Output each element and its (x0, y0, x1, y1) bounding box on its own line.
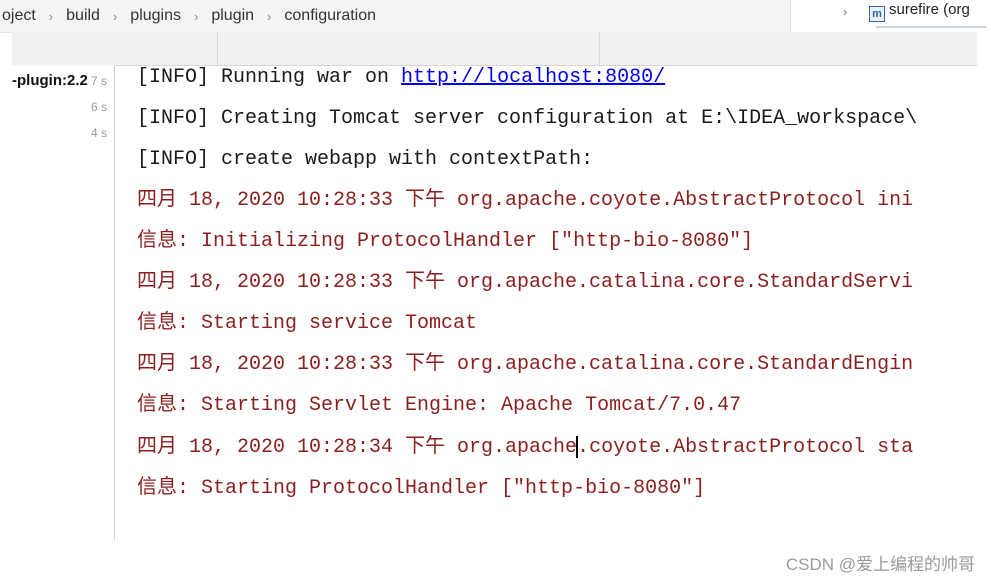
run-tree-panel: -plugin:2.2 7 s 6 s 4 s (0, 65, 115, 540)
console-line: 信息: Starting service Tomcat (137, 312, 478, 335)
console-text: [INFO] Running war on (137, 66, 402, 89)
breadcrumb-item-plugins[interactable]: plugins (126, 7, 185, 25)
console-line: 四月 18, 2020 10:28:33 下午 org.apache.coyot… (137, 189, 914, 212)
localhost-link[interactable]: http://localhost:8080/ (401, 66, 665, 89)
tree-selection-bar (876, 26, 986, 28)
run-toolbar (12, 32, 977, 66)
run-config-label[interactable]: -plugin:2.2 (12, 72, 88, 89)
console-output[interactable]: [INFO] Running war on http://localhost:8… (137, 65, 977, 540)
chevron-right-icon: › (194, 8, 199, 24)
chevron-right-icon: › (112, 8, 118, 24)
console-text: .coyote.AbstractProtocol sta (577, 436, 914, 459)
watermark: CSDN @爱上编程的帅哥 (785, 555, 975, 574)
breadcrumb-item-configuration[interactable]: configuration (280, 7, 380, 25)
console-line: 信息: Starting Servlet Engine: Apache Tomc… (137, 394, 742, 417)
tree-node-surefire[interactable]: surefire (org (889, 1, 970, 18)
console-text: 四月 18, 2020 10:28:34 下午 org.apache (137, 436, 578, 459)
breadcrumb-item-project[interactable]: oject (0, 7, 40, 25)
console-line: 四月 18, 2020 10:28:34 下午 org.apache.coyot… (137, 435, 913, 461)
maven-plugin-icon: m (869, 6, 885, 22)
console-line: [INFO] create webapp with contextPath: (137, 148, 594, 171)
duration-label: 6 s (91, 100, 108, 114)
console-line: 信息: Initializing ProtocolHandler ["http-… (137, 230, 754, 253)
toolbar-divider (599, 32, 600, 65)
console-line: 信息: Starting ProtocolHandler ["http-bio-… (137, 477, 706, 500)
duration-label: 7 s (91, 74, 108, 88)
expand-chevron-icon[interactable]: › (843, 4, 847, 19)
breadcrumb: oject › build › plugins › plugin › confi… (0, 0, 790, 33)
console-line: 四月 18, 2020 10:28:33 下午 org.apache.catal… (137, 353, 914, 376)
breadcrumb-item-build[interactable]: build (62, 7, 104, 25)
toolbar-divider (217, 32, 218, 65)
console-line: 四月 18, 2020 10:28:33 下午 org.apache.catal… (137, 271, 914, 294)
console-line: [INFO] Running war on http://localhost:8… (137, 65, 665, 91)
console-line: [INFO] Creating Tomcat server configurat… (137, 107, 918, 130)
breadcrumb-item-plugin[interactable]: plugin (207, 7, 258, 25)
duration-label: 4 s (91, 126, 108, 140)
chevron-right-icon: › (48, 8, 54, 24)
maven-tree-panel: › m surefire (org (790, 0, 991, 32)
chevron-right-icon: › (267, 8, 272, 24)
